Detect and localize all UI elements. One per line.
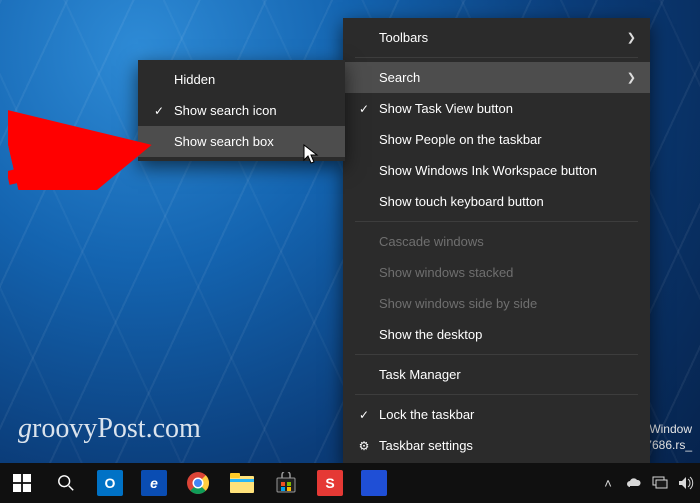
check-icon: ✓ bbox=[353, 102, 375, 116]
system-tray: ˄ bbox=[600, 463, 700, 503]
menu-task-manager[interactable]: Task Manager bbox=[343, 359, 650, 390]
menu-label: Show touch keyboard button bbox=[375, 194, 636, 209]
taskbar-app-snagit[interactable]: S bbox=[308, 463, 352, 503]
watermark-text: ggroovyPost.comroovyPost.com bbox=[18, 413, 201, 445]
menu-label: Show Task View button bbox=[375, 101, 636, 116]
tray-network-icon[interactable] bbox=[652, 475, 668, 491]
menu-show-desktop[interactable]: Show the desktop bbox=[343, 319, 650, 350]
menu-separator bbox=[355, 394, 638, 395]
menu-separator bbox=[355, 57, 638, 58]
edge-icon: e bbox=[141, 470, 167, 496]
menu-show-ink[interactable]: Show Windows Ink Workspace button bbox=[343, 155, 650, 186]
menu-search[interactable]: Search ❯ bbox=[343, 62, 650, 93]
tray-onedrive-icon[interactable] bbox=[626, 475, 642, 491]
taskbar-app-explorer[interactable] bbox=[220, 463, 264, 503]
tray-volume-icon[interactable] bbox=[678, 475, 694, 491]
menu-label: Show search icon bbox=[170, 103, 331, 118]
app-icon bbox=[361, 470, 387, 496]
menu-side-by-side: Show windows side by side bbox=[343, 288, 650, 319]
start-button[interactable] bbox=[0, 463, 44, 503]
taskbar-app-chrome[interactable] bbox=[176, 463, 220, 503]
submenu-hidden[interactable]: Hidden bbox=[138, 64, 345, 95]
desktop: ggroovyPost.comroovyPost.com Window 1768… bbox=[0, 0, 700, 503]
taskbar-app-outlook[interactable]: O bbox=[88, 463, 132, 503]
menu-separator bbox=[355, 221, 638, 222]
menu-label: Search bbox=[375, 70, 603, 85]
menu-separator bbox=[355, 354, 638, 355]
menu-label: Show windows stacked bbox=[375, 265, 636, 280]
chevron-right-icon: ❯ bbox=[627, 71, 636, 84]
menu-show-touch-keyboard[interactable]: Show touch keyboard button bbox=[343, 186, 650, 217]
search-icon bbox=[57, 474, 75, 492]
menu-label: Cascade windows bbox=[375, 234, 636, 249]
check-icon: ✓ bbox=[353, 408, 375, 422]
menu-label: Show People on the taskbar bbox=[375, 132, 636, 147]
menu-label: Lock the taskbar bbox=[375, 407, 636, 422]
menu-show-task-view[interactable]: ✓ Show Task View button bbox=[343, 93, 650, 124]
chrome-icon bbox=[186, 471, 210, 495]
taskbar-app-edge[interactable]: e bbox=[132, 463, 176, 503]
file-explorer-icon bbox=[230, 473, 254, 493]
tray-chevron-up-icon[interactable]: ˄ bbox=[600, 475, 616, 491]
taskbar-app-store[interactable] bbox=[264, 463, 308, 503]
menu-lock-taskbar[interactable]: ✓ Lock the taskbar bbox=[343, 399, 650, 430]
menu-label: Toolbars bbox=[375, 30, 603, 45]
menu-show-people[interactable]: Show People on the taskbar bbox=[343, 124, 650, 155]
taskbar-app-generic[interactable] bbox=[352, 463, 396, 503]
taskbar-left: O e S bbox=[0, 463, 396, 503]
menu-label: Taskbar settings bbox=[375, 438, 636, 453]
menu-label: Hidden bbox=[170, 72, 331, 87]
outlook-icon: O bbox=[97, 470, 123, 496]
menu-taskbar-settings[interactable]: ⚙ Taskbar settings bbox=[343, 430, 650, 461]
gear-icon: ⚙ bbox=[353, 439, 375, 453]
menu-label: Show search box bbox=[170, 134, 331, 149]
menu-label: Show the desktop bbox=[375, 327, 636, 342]
menu-toolbars[interactable]: Toolbars ❯ bbox=[343, 22, 650, 53]
menu-show-stacked: Show windows stacked bbox=[343, 257, 650, 288]
snagit-icon: S bbox=[317, 470, 343, 496]
taskbar: O e S ˄ bbox=[0, 463, 700, 503]
menu-label: Show windows side by side bbox=[375, 296, 636, 311]
menu-label: Task Manager bbox=[375, 367, 636, 382]
taskbar-context-menu: Toolbars ❯ Search ❯ ✓ Show Task View but… bbox=[343, 18, 650, 465]
menu-label: Show Windows Ink Workspace button bbox=[375, 163, 636, 178]
store-icon bbox=[275, 472, 297, 494]
submenu-show-search-box[interactable]: Show search box bbox=[138, 126, 345, 157]
search-submenu: Hidden ✓ Show search icon Show search bo… bbox=[138, 60, 345, 161]
chevron-right-icon: ❯ bbox=[627, 31, 636, 44]
search-icon-button[interactable] bbox=[44, 463, 88, 503]
windows-logo-icon bbox=[13, 474, 31, 492]
check-icon: ✓ bbox=[148, 104, 170, 118]
submenu-show-search-icon[interactable]: ✓ Show search icon bbox=[138, 95, 345, 126]
menu-cascade-windows: Cascade windows bbox=[343, 226, 650, 257]
